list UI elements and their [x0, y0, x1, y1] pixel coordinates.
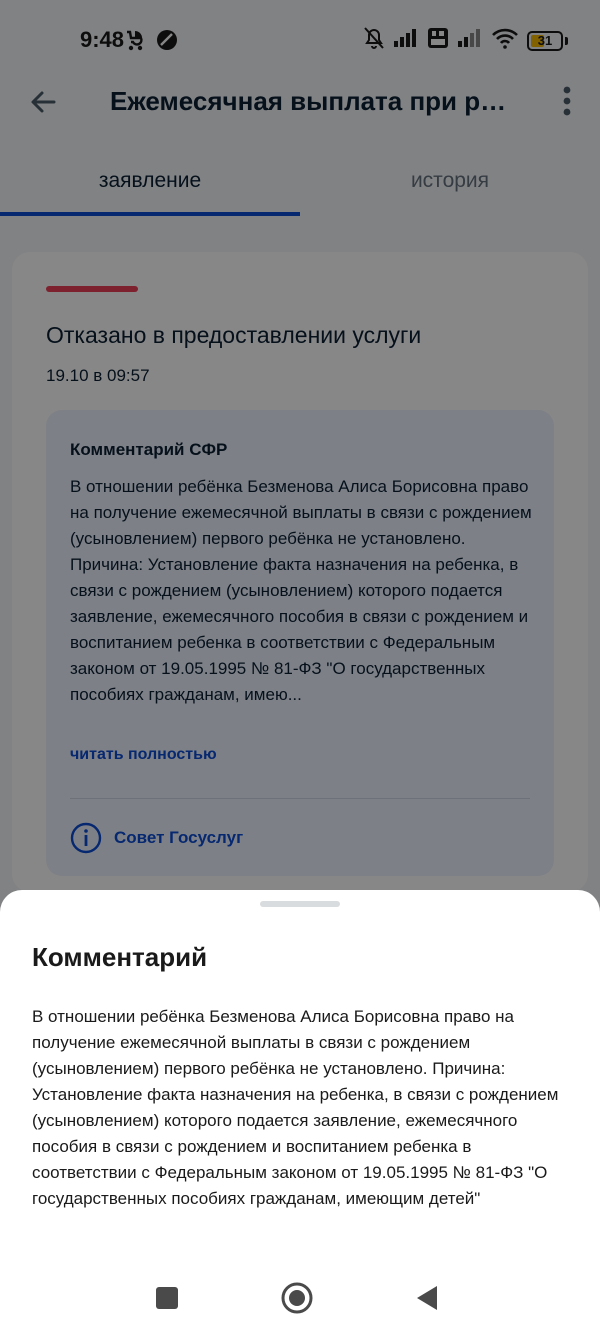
back-icon: [417, 1286, 437, 1310]
sheet-title: Комментарий: [32, 942, 208, 972]
sheet-drag-handle[interactable]: [260, 901, 340, 907]
home-button[interactable]: [279, 1280, 315, 1316]
home-icon: [281, 1282, 313, 1314]
comment-sheet: Комментарий В отношении ребёнка Безменов…: [0, 890, 600, 1332]
recents-icon: [156, 1287, 178, 1309]
system-nav-bar: [0, 1262, 600, 1332]
recents-button[interactable]: [149, 1280, 185, 1316]
sheet-comment-text: В отношении ребёнка Безменова Алиса Бори…: [32, 1007, 559, 1208]
nav-back-button[interactable]: [409, 1280, 445, 1316]
